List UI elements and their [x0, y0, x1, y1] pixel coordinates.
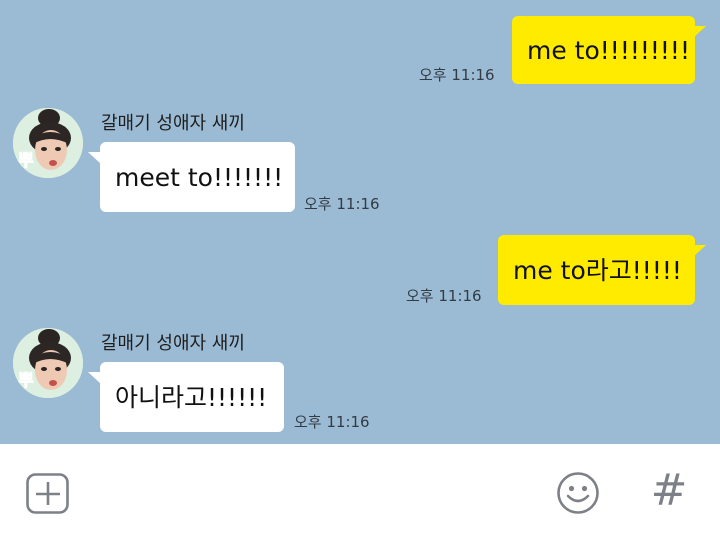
message-time: 오후 11:16	[406, 287, 482, 305]
avatar[interactable]: 뿌	[13, 328, 83, 398]
message-text: 아니라고!!!!!!	[115, 382, 268, 412]
avatar[interactable]: 뿌	[13, 108, 83, 178]
input-bar: #	[0, 444, 720, 540]
plus-icon[interactable]	[26, 473, 70, 519]
sender-name: 갈매기 성애자 새끼	[101, 113, 245, 134]
sent-message-bubble[interactable]: me to라고!!!!!	[498, 235, 706, 305]
message-text: me to!!!!!!!!!	[527, 35, 690, 65]
hash-glyph: #	[650, 465, 688, 516]
message-time: 오후 11:16	[304, 195, 380, 213]
hash-icon[interactable]: #	[649, 468, 689, 514]
message-text: me to라고!!!!!	[513, 255, 682, 285]
emoji-icon[interactable]	[556, 471, 600, 519]
received-message-bubble[interactable]: meet to!!!!!!!	[88, 142, 295, 212]
chat-area[interactable]: 오후 11:16 me to!!!!!!!!! 뿌 갈매기 성애자 새끼 mee…	[0, 0, 720, 444]
received-message-bubble[interactable]: 아니라고!!!!!!	[88, 362, 284, 432]
avatar-image: 뿌	[13, 108, 83, 178]
svg-text:뿌: 뿌	[18, 151, 34, 171]
avatar-image: 뿌	[13, 328, 83, 398]
sent-message-bubble[interactable]: me to!!!!!!!!!	[512, 16, 706, 84]
message-time: 오후 11:16	[294, 413, 370, 431]
message-time: 오후 11:16	[419, 66, 495, 84]
message-text: meet to!!!!!!!	[115, 162, 284, 192]
sender-name: 갈매기 성애자 새끼	[101, 333, 245, 354]
svg-text:뿌: 뿌	[18, 371, 34, 391]
